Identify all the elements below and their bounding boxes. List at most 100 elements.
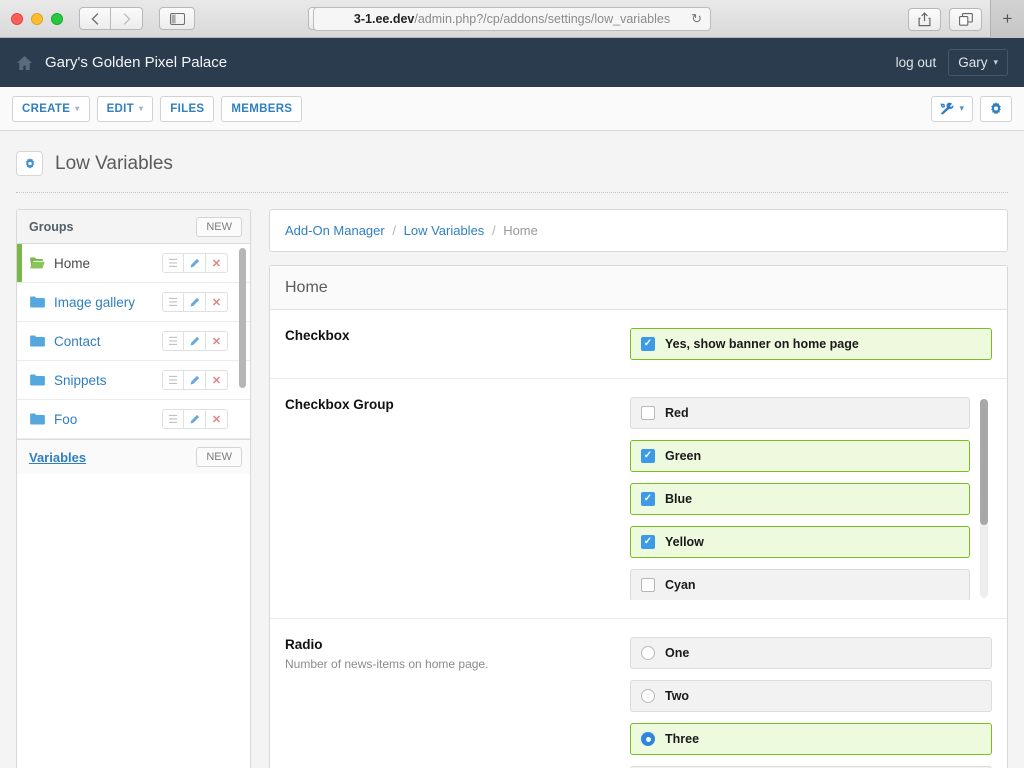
option-label: One xyxy=(665,646,690,660)
radio-option-two[interactable]: Two xyxy=(630,680,992,712)
nav-toolbar-right: ▾ xyxy=(931,95,1012,122)
row-actions: ☰ ✕ xyxy=(162,253,228,273)
nav-members-label: MEMBERS xyxy=(231,102,293,115)
option-label: Yellow xyxy=(665,535,704,549)
reorder-group-button[interactable]: ☰ xyxy=(162,331,184,351)
edit-group-button[interactable] xyxy=(184,409,206,429)
sidebar-item-image-gallery[interactable]: Image gallery ☰ ✕ xyxy=(17,283,250,322)
variables-footer: Variables NEW xyxy=(17,439,250,474)
radio-option-one[interactable]: One xyxy=(630,637,992,669)
row-actions: ☰ ✕ xyxy=(162,370,228,390)
edit-group-button[interactable] xyxy=(184,370,206,390)
edit-group-button[interactable] xyxy=(184,292,206,312)
app-header-right: log out Gary ▾ xyxy=(896,49,1008,76)
minimize-window-button[interactable] xyxy=(31,12,43,25)
nav-create-button[interactable]: CREATE ▾ xyxy=(12,95,90,122)
folder-open-icon xyxy=(30,257,45,269)
radio-icon[interactable] xyxy=(641,732,655,746)
forward-button[interactable] xyxy=(111,7,143,30)
share-button[interactable] xyxy=(908,7,941,31)
checkbox-option-blue[interactable]: Blue xyxy=(630,483,970,515)
share-icon xyxy=(918,11,931,26)
variables-link[interactable]: Variables xyxy=(29,450,86,465)
checkbox-icon[interactable] xyxy=(641,449,655,463)
field-control: One Two Three Four xyxy=(630,637,992,768)
address-bar[interactable]: 3-1.ee.dev/admin.php?/cp/addons/settings… xyxy=(313,6,711,31)
breadcrumb: Add-On Manager / Low Variables / Home xyxy=(269,209,1008,252)
option-label: Two xyxy=(665,689,690,703)
delete-group-button[interactable]: ✕ xyxy=(206,409,228,429)
page-title-row: Low Variables xyxy=(16,151,1008,192)
checkbox-option-green[interactable]: Green xyxy=(630,440,970,472)
sidebar-item-foo[interactable]: Foo ☰ ✕ xyxy=(17,400,250,439)
delete-group-button[interactable]: ✕ xyxy=(206,292,228,312)
nav-edit-button[interactable]: EDIT ▾ xyxy=(96,95,154,122)
checkbox-icon[interactable] xyxy=(641,406,655,420)
sidebar-toggle-button[interactable] xyxy=(159,7,195,30)
new-group-button[interactable]: NEW xyxy=(196,216,242,237)
field-name: Checkbox xyxy=(285,328,350,343)
browser-chrome: 3-1.ee.dev/admin.php?/cp/addons/settings… xyxy=(0,0,1024,38)
sidebar-item-label: Contact xyxy=(54,333,101,349)
sidebar-item-label: Snippets xyxy=(54,372,107,388)
edit-group-button[interactable] xyxy=(184,331,206,351)
sidebar-item-home[interactable]: Home ☰ ✕ xyxy=(17,244,250,283)
new-tab-button[interactable]: + xyxy=(990,0,1024,38)
delete-group-button[interactable]: ✕ xyxy=(206,370,228,390)
option-label: Green xyxy=(665,449,702,463)
pencil-icon xyxy=(190,375,200,385)
groups-header-title: Groups xyxy=(29,219,74,234)
breadcrumb-low-variables[interactable]: Low Variables xyxy=(404,223,485,238)
nav-members-button[interactable]: MEMBERS xyxy=(221,95,303,122)
checkbox-option-cyan[interactable]: Cyan xyxy=(630,569,970,600)
nav-files-label: FILES xyxy=(170,102,205,115)
checkbox-option-red[interactable]: Red xyxy=(630,397,970,429)
radio-option-three[interactable]: Three xyxy=(630,723,992,755)
sidebar-item-label: Foo xyxy=(54,411,78,427)
field-control: Red Green Blue Yellow xyxy=(630,397,992,600)
nav-edit-label: EDIT xyxy=(106,102,134,115)
reorder-group-button[interactable]: ☰ xyxy=(162,370,184,390)
breadcrumb-addon-manager[interactable]: Add-On Manager xyxy=(285,223,385,238)
delete-group-button[interactable]: ✕ xyxy=(206,331,228,351)
checkbox-icon[interactable] xyxy=(641,492,655,506)
gear-icon xyxy=(25,157,34,168)
browser-right-controls: + xyxy=(908,0,1024,38)
settings-button[interactable] xyxy=(980,95,1012,122)
edit-group-button[interactable] xyxy=(184,253,206,273)
checkbox-group-scrollbar-thumb[interactable] xyxy=(980,399,988,525)
folder-icon xyxy=(30,335,45,347)
reorder-group-button[interactable]: ☰ xyxy=(162,292,184,312)
checkbox-icon[interactable] xyxy=(641,578,655,592)
new-variable-button[interactable]: NEW xyxy=(196,447,242,467)
site-title: Gary's Golden Pixel Palace xyxy=(45,54,228,71)
reorder-group-button[interactable]: ☰ xyxy=(162,253,184,273)
nav-files-button[interactable]: FILES xyxy=(160,95,215,122)
sidebar-item-contact[interactable]: Contact ☰ ✕ xyxy=(17,322,250,361)
chevron-down-icon: ▾ xyxy=(138,104,144,113)
maximize-window-button[interactable] xyxy=(51,12,63,25)
logout-link[interactable]: log out xyxy=(896,55,937,70)
delete-group-button[interactable]: ✕ xyxy=(206,253,228,273)
user-menu-label: Gary xyxy=(958,55,988,70)
radio-icon[interactable] xyxy=(641,646,655,660)
sidebar-item-snippets[interactable]: Snippets ☰ ✕ xyxy=(17,361,250,400)
user-menu[interactable]: Gary ▾ xyxy=(948,49,1008,76)
checkbox-icon[interactable] xyxy=(641,535,655,549)
show-tabs-button[interactable] xyxy=(949,7,982,31)
radio-icon[interactable] xyxy=(641,689,655,703)
field-checkbox-group: Checkbox Group Red Green xyxy=(270,379,1007,619)
reload-icon[interactable]: ↻ xyxy=(691,11,702,27)
checkbox-icon[interactable] xyxy=(641,337,655,351)
checkbox-option-banner[interactable]: Yes, show banner on home page xyxy=(630,328,992,360)
back-button[interactable] xyxy=(79,7,111,30)
page-icon-button[interactable] xyxy=(16,151,43,176)
developer-tools-button[interactable]: ▾ xyxy=(931,95,973,122)
close-window-button[interactable] xyxy=(11,12,23,25)
folder-icon xyxy=(30,296,45,308)
folder-icon xyxy=(30,374,45,386)
groups-list-scrollbar[interactable] xyxy=(239,248,246,388)
checkbox-option-yellow[interactable]: Yellow xyxy=(630,526,970,558)
reorder-group-button[interactable]: ☰ xyxy=(162,409,184,429)
home-icon[interactable] xyxy=(16,55,33,71)
